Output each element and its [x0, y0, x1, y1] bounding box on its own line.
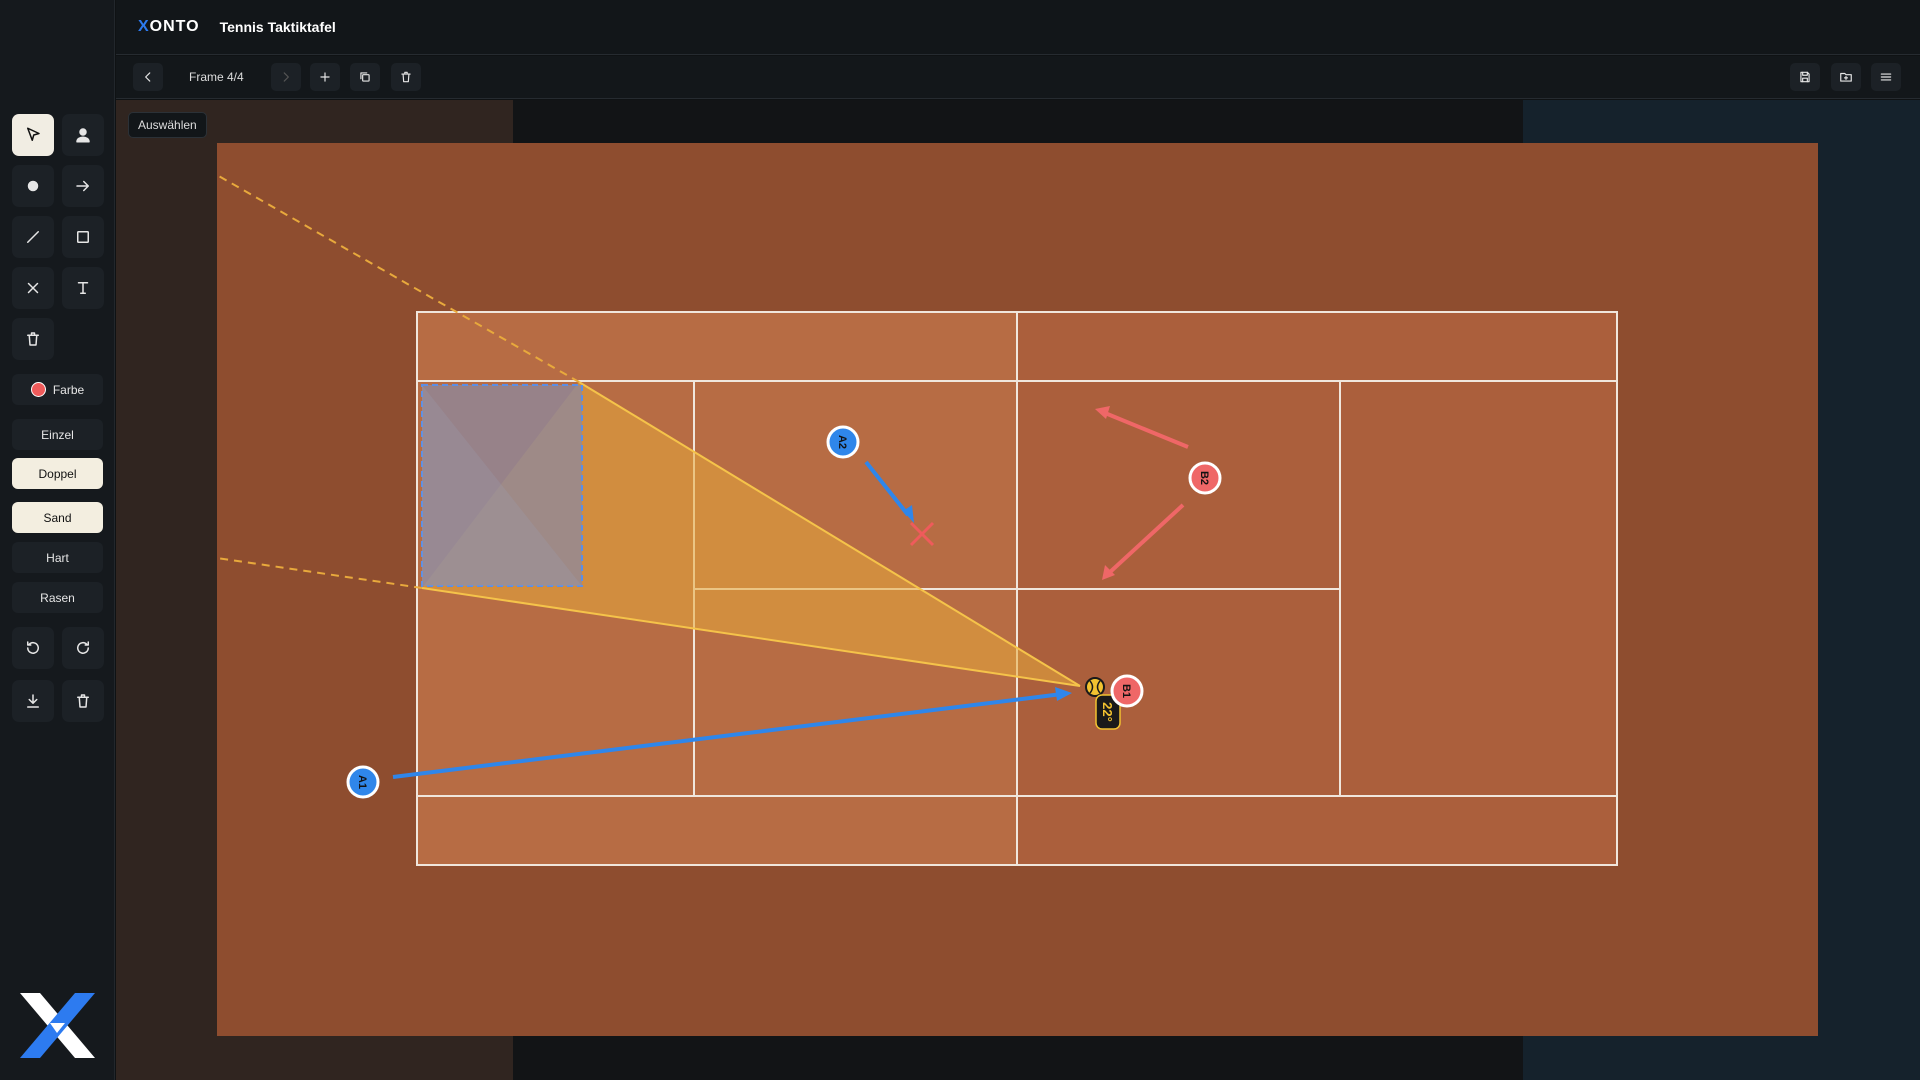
rectangle-tool[interactable]	[62, 216, 104, 258]
xonto-logo	[20, 993, 95, 1058]
prev-frame-button[interactable]	[133, 63, 163, 91]
add-frame-button[interactable]	[310, 63, 340, 91]
folder-icon	[1840, 72, 1852, 82]
next-frame-button[interactable]	[271, 63, 301, 91]
person-icon	[76, 128, 90, 143]
ball-tool[interactable]	[12, 165, 54, 207]
open-button[interactable]	[1831, 63, 1861, 91]
color-button[interactable]: Farbe	[12, 374, 103, 405]
chevron-left-icon	[145, 72, 151, 82]
arrow-tool[interactable]	[62, 165, 104, 207]
player-a1-label: A1	[356, 775, 368, 789]
download-icon	[27, 694, 39, 708]
color-swatch	[30, 382, 46, 397]
save-button[interactable]	[1790, 63, 1820, 91]
clear-board-button[interactable]	[62, 680, 104, 722]
delete-frame-button[interactable]	[391, 63, 421, 91]
trash-icon	[27, 332, 39, 346]
surface-sand-button[interactable]: Sand	[12, 502, 103, 533]
text-tool[interactable]	[62, 267, 104, 309]
arrow-right-icon	[76, 180, 89, 192]
player-b2-label: B2	[1198, 471, 1210, 485]
trash-icon	[401, 71, 411, 83]
tool-tooltip: Auswählen	[128, 112, 207, 138]
delete-tool[interactable]	[12, 318, 54, 360]
angle-label: 22°	[1100, 702, 1115, 722]
cross-tool[interactable]	[12, 267, 54, 309]
save-icon	[1800, 71, 1810, 83]
duplicate-frame-button[interactable]	[350, 63, 380, 91]
surface-hard-button[interactable]: Hart	[12, 542, 103, 573]
x-icon	[27, 282, 39, 294]
redo-button[interactable]	[62, 627, 104, 669]
mode-double-button[interactable]: Doppel	[12, 458, 103, 489]
trash-icon	[77, 694, 89, 708]
app-title: Tennis Taktiktafel	[219, 19, 336, 35]
text-icon	[77, 282, 89, 294]
copy-icon	[360, 72, 370, 82]
player-tool[interactable]	[62, 114, 104, 156]
menu-icon	[1880, 73, 1892, 81]
brand-logo: XONTO	[138, 18, 200, 35]
mode-single-button[interactable]: Einzel	[12, 419, 103, 450]
player-a1[interactable]: A1	[346, 765, 380, 799]
player-b2[interactable]: B2	[1188, 461, 1222, 495]
dot-icon	[27, 180, 39, 192]
line-tool[interactable]	[12, 216, 54, 258]
surface-grass-button[interactable]: Rasen	[12, 582, 103, 613]
download-button[interactable]	[12, 680, 54, 722]
sidebar: Farbe Einzel Doppel Sand Hart Rasen	[0, 0, 115, 1080]
square-icon	[77, 231, 89, 243]
color-label: Farbe	[52, 382, 85, 397]
rotate-left-icon	[27, 641, 39, 654]
player-b1[interactable]: B1	[1110, 674, 1144, 708]
player-a2-label: A2	[836, 435, 848, 449]
header: XONTO Tennis Taktiktafel	[116, 0, 1920, 55]
undo-button[interactable]	[12, 627, 54, 669]
frame-indicator: Frame 4/4	[189, 70, 244, 84]
player-a2[interactable]: A2	[826, 425, 860, 459]
menu-button[interactable]	[1871, 63, 1901, 91]
chevron-right-icon	[283, 72, 289, 82]
rotate-right-icon	[77, 641, 89, 654]
line-icon	[27, 231, 39, 243]
plus-icon	[320, 72, 330, 82]
select-tool[interactable]	[12, 114, 54, 156]
tennis-ball[interactable]	[1085, 677, 1105, 697]
cursor-icon	[27, 127, 40, 141]
frame-toolbar: Frame 4/4	[116, 56, 1920, 99]
player-b1-label: B1	[1120, 684, 1132, 698]
tactic-board[interactable]: 22° A1 A2 B1 B2	[217, 143, 1818, 1036]
